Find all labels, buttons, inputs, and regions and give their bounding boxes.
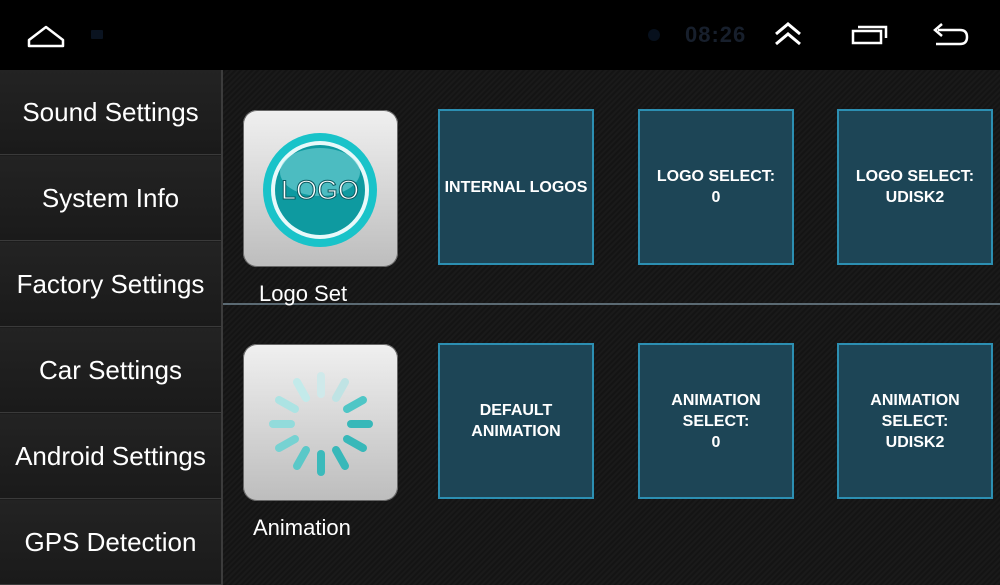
loading-spinner-icon xyxy=(269,372,373,476)
chevron-up-icon[interactable] xyxy=(768,18,808,52)
animation-tile[interactable] xyxy=(243,344,398,501)
default-animation-button[interactable]: DEFAULT ANIMATION xyxy=(438,343,594,499)
sidebar-item-factory-settings[interactable]: Factory Settings xyxy=(0,242,221,327)
camera-icon xyxy=(91,30,103,39)
logo-icon-text: LOGO xyxy=(281,175,359,205)
notification-dot-icon xyxy=(648,29,660,41)
recent-apps-icon[interactable] xyxy=(848,18,888,52)
home-icon[interactable] xyxy=(26,18,66,52)
status-bar: 08:26 xyxy=(0,0,1000,70)
sidebar-item-sound-settings[interactable]: Sound Settings xyxy=(0,70,221,155)
settings-sidebar: Sound Settings System Info Factory Setti… xyxy=(0,70,221,585)
logo-set-tile[interactable]: LOGO xyxy=(243,110,398,267)
sidebar-item-system-info[interactable]: System Info xyxy=(0,156,221,241)
logo-select-udisk2-button[interactable]: LOGO SELECT: UDISK2 xyxy=(837,109,993,265)
animation-select-udisk2-button[interactable]: ANIMATION SELECT: UDISK2 xyxy=(837,343,993,499)
back-icon[interactable] xyxy=(930,18,970,52)
sidebar-item-car-settings[interactable]: Car Settings xyxy=(0,328,221,413)
sidebar-item-android-settings[interactable]: Android Settings xyxy=(0,414,221,499)
internal-logos-button[interactable]: INTERNAL LOGOS xyxy=(438,109,594,265)
logo-select-0-button[interactable]: LOGO SELECT: 0 xyxy=(638,109,794,265)
sidebar-item-gps-detection[interactable]: GPS Detection xyxy=(0,500,221,585)
logo-set-label: Logo Set xyxy=(259,281,348,306)
animation-label: Animation xyxy=(253,515,351,540)
status-clock: 08:26 xyxy=(685,22,747,47)
animation-select-0-button[interactable]: ANIMATION SELECT: 0 xyxy=(638,343,794,499)
logo-icon: LOGO xyxy=(263,133,377,247)
